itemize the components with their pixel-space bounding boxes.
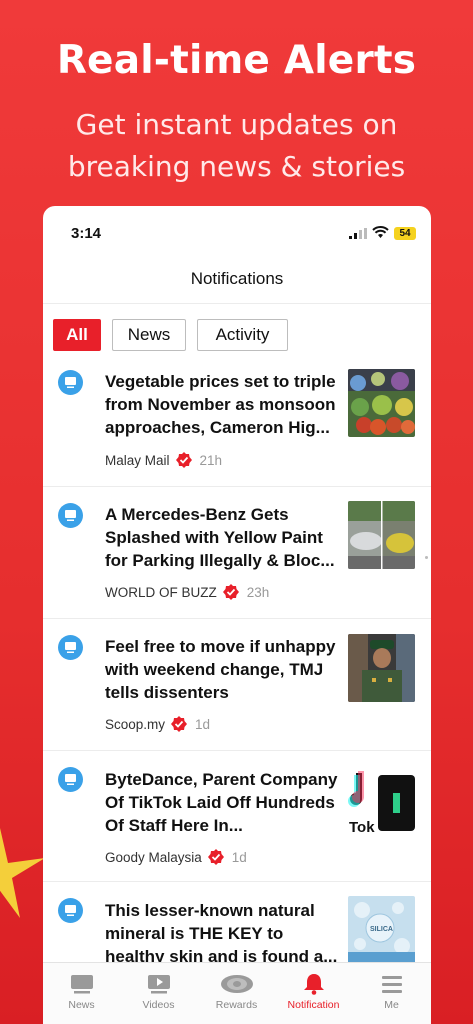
notification-title: Feel free to move if unhappy with weeken…: [105, 637, 336, 702]
status-time: 3:14: [71, 225, 102, 242]
notification-item[interactable]: ByteDance, Parent Company Of TikTok Laid…: [43, 751, 431, 882]
news-dot-icon: [58, 503, 83, 528]
nav-news-label: News: [68, 999, 95, 1011]
news-dot-icon: [58, 635, 83, 660]
car-thumbnail: [348, 501, 415, 569]
nav-me[interactable]: Me: [353, 963, 430, 1019]
verified-badge-icon: [175, 452, 192, 468]
nav-videos-label: Videos: [142, 999, 175, 1011]
promo-subline-line-2: breaking news & stories: [67, 150, 406, 183]
nav-news[interactable]: News: [43, 963, 120, 1019]
news-dot-icon: [58, 767, 83, 792]
status-bar: 3:14 54: [43, 206, 431, 260]
notification-source: WORLD OF BUZZ: [105, 585, 217, 600]
menu-icon: [382, 976, 402, 993]
news-dot-icon: [58, 898, 83, 923]
notification-time: 23h: [246, 585, 270, 600]
notification-source: Goody Malaysia: [105, 850, 202, 865]
silica-thumb-text: SILICA: [370, 926, 393, 933]
wifi-icon: [372, 226, 389, 238]
vegetable-market-thumbnail: [348, 369, 415, 437]
header-divider: [43, 303, 431, 304]
nav-notification[interactable]: Notification: [275, 963, 352, 1019]
tab-activity[interactable]: Activity: [197, 319, 288, 351]
notification-title: Vegetable prices set to triple from Nove…: [105, 372, 336, 437]
signal-icon: [349, 228, 367, 239]
military-officer-thumbnail: [348, 634, 415, 702]
notification-item[interactable]: A Mercedes-Benz Gets Splashed with Yello…: [43, 487, 431, 619]
bottom-navigation: News Videos Rewards Notification Me: [43, 962, 431, 1024]
notification-meta: WORLD OF BUZZ 23h: [105, 584, 269, 600]
silica-mineral-thumbnail: SILICA: [348, 896, 415, 964]
notification-item[interactable]: Feel free to move if unhappy with weeken…: [43, 619, 431, 751]
notification-meta: Goody Malaysia 1d: [105, 849, 247, 865]
notification-time: 21h: [199, 453, 223, 468]
notification-source: Scoop.my: [105, 717, 166, 732]
notification-meta: Malay Mail 21h: [105, 452, 222, 468]
nav-rewards-label: Rewards: [215, 999, 258, 1011]
notification-meta: Scoop.my 1d: [105, 716, 210, 732]
video-icon: [148, 975, 170, 994]
nav-me-label: Me: [384, 999, 399, 1011]
battery-indicator: 54: [394, 227, 416, 240]
tab-news[interactable]: News: [112, 319, 186, 351]
promo-subline-line-1: Get instant updates on: [75, 108, 398, 141]
tiktok-logo-thumbnail: Tok: [348, 769, 415, 837]
news-icon: [71, 975, 93, 994]
notification-title: This lesser-known natural mineral is THE…: [105, 901, 338, 966]
nav-notification-label: Notification: [287, 999, 340, 1011]
notification-item[interactable]: Vegetable prices set to triple from Nove…: [43, 356, 431, 487]
tiktok-thumb-text: Tok: [349, 819, 375, 836]
phone-screen: 3:14 54 Notifications All News Activity …: [43, 206, 431, 1024]
promo-subline: Get instant updates on breaking news & s…: [0, 104, 473, 188]
promo-headline: Real-time Alerts: [56, 38, 417, 83]
verified-badge-icon: [171, 716, 188, 732]
nav-rewards[interactable]: Rewards: [198, 963, 275, 1019]
page-title: Notifications: [190, 269, 284, 288]
nav-videos[interactable]: Videos: [120, 963, 197, 1019]
bell-icon: [304, 974, 324, 995]
verified-badge-icon: [222, 584, 239, 600]
verified-badge-icon: [207, 849, 224, 865]
notification-title: A Mercedes-Benz Gets Splashed with Yello…: [105, 505, 335, 570]
notification-source: Malay Mail: [105, 453, 170, 468]
notification-time: 1d: [195, 717, 211, 732]
tab-all[interactable]: All: [53, 319, 101, 351]
notification-time: 1d: [231, 850, 247, 865]
rewards-icon: [221, 975, 253, 993]
notification-title: ByteDance, Parent Company Of TikTok Laid…: [105, 770, 338, 835]
news-dot-icon: [58, 370, 83, 395]
